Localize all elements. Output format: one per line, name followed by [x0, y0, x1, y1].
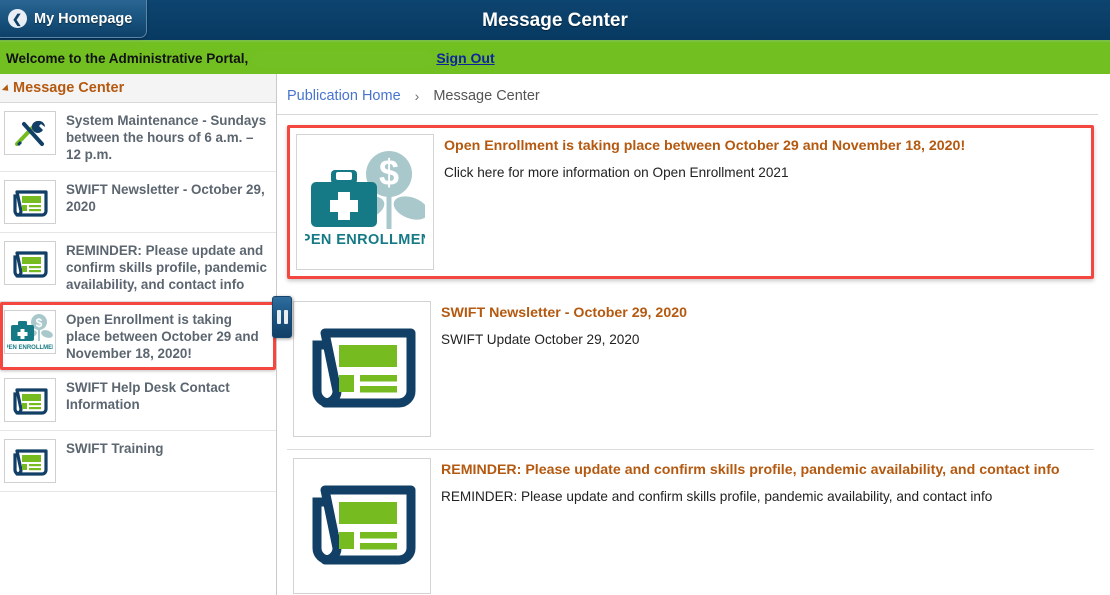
sidebar-item-label: Open Enrollment is taking place between …: [66, 312, 259, 361]
newspaper-icon: [4, 378, 56, 422]
welcome-message: Welcome to the Administrative Portal,: [6, 50, 249, 66]
svg-text:$: $: [36, 316, 43, 330]
message-body: REMINDER: Please update and confirm skil…: [431, 458, 1094, 504]
newspaper-icon: [293, 301, 431, 437]
caret-down-icon: [1, 84, 12, 94]
newspaper-icon: [4, 241, 56, 285]
sidebar-item-help-desk[interactable]: SWIFT Help Desk Contact Information: [0, 370, 276, 431]
my-homepage-label: My Homepage: [34, 10, 133, 27]
message-body: SWIFT Newsletter - October 29, 2020 SWIF…: [431, 301, 1094, 347]
message-list: $ OPEN ENROLLMENT Open Enrollment is tak…: [277, 115, 1102, 595]
svg-text:$: $: [379, 152, 399, 193]
welcome-bar: Welcome to the Administrative Portal, Si…: [0, 42, 1110, 74]
message-title[interactable]: SWIFT Newsletter - October 29, 2020: [441, 305, 1094, 321]
redacted-user-name: [252, 49, 433, 67]
message-title[interactable]: Open Enrollment is taking place between …: [444, 138, 1091, 154]
open-enrollment-icon: $ OPEN ENROLLMENT: [4, 310, 56, 354]
main-body: Message Center System Maintenance - Sund…: [0, 74, 1110, 595]
sidebar-item-swift-training[interactable]: SWIFT Training: [0, 431, 276, 492]
chevron-right-icon: ›: [414, 88, 420, 104]
sidebar-item-system-maintenance[interactable]: System Maintenance - Sundays between the…: [0, 103, 276, 172]
pause-bars-icon[interactable]: [272, 296, 292, 338]
message-description: Click here for more information on Open …: [444, 165, 789, 180]
message-description: SWIFT Update October 29, 2020: [441, 332, 640, 347]
message-description: REMINDER: Please update and confirm skil…: [441, 489, 993, 504]
sidebar-item-label: SWIFT Newsletter - October 29, 2020: [66, 182, 265, 214]
sidebar-item-reminder[interactable]: REMINDER: Please update and confirm skil…: [0, 233, 276, 302]
main-content: Publication Home › Message Center $ PEN …: [277, 74, 1110, 595]
sidebar-header[interactable]: Message Center: [0, 74, 276, 103]
message-card-reminder[interactable]: REMINDER: Please update and confirm skil…: [287, 450, 1094, 595]
sign-out-link[interactable]: Sign Out: [436, 50, 494, 66]
handle-bar-left: [276, 310, 281, 324]
sidebar-item-label: SWIFT Help Desk Contact Information: [66, 380, 230, 412]
handle-bar-right: [283, 310, 288, 324]
top-navigation-bar: Message Center ❮ My Homepage: [0, 0, 1110, 42]
sidebar-header-label: Message Center: [13, 80, 125, 96]
sidebar-item-swift-newsletter[interactable]: SWIFT Newsletter - October 29, 2020: [0, 172, 276, 233]
newspaper-icon: [4, 439, 56, 483]
sidebar-item-label: System Maintenance - Sundays between the…: [66, 113, 267, 162]
breadcrumb-publication-home[interactable]: Publication Home: [287, 88, 401, 104]
message-title[interactable]: REMINDER: Please update and confirm skil…: [441, 462, 1094, 478]
sidebar-item-open-enrollment[interactable]: $ OPEN ENROLLMENT Open Enrollment is tak…: [0, 302, 276, 370]
tools-icon: [4, 111, 56, 155]
svg-text:OPEN ENROLLMENT: OPEN ENROLLMENT: [305, 232, 425, 248]
sidebar-item-label: REMINDER: Please update and confirm skil…: [66, 243, 267, 292]
svg-text:OPEN ENROLLMENT: OPEN ENROLLMENT: [7, 345, 53, 351]
my-homepage-button[interactable]: ❮ My Homepage: [0, 0, 148, 38]
breadcrumb-current: Message Center: [433, 88, 540, 104]
page-title: Message Center: [482, 10, 628, 31]
message-body: Open Enrollment is taking place between …: [434, 134, 1091, 180]
message-card-swift-newsletter[interactable]: SWIFT Newsletter - October 29, 2020 SWIF…: [287, 293, 1094, 450]
newspaper-icon: [4, 180, 56, 224]
newspaper-icon: [293, 458, 431, 594]
breadcrumb: Publication Home › Message Center: [277, 74, 1098, 115]
open-enrollment-icon: $ OPEN ENROLLMENT: [296, 134, 434, 270]
message-card-open-enrollment[interactable]: $ OPEN ENROLLMENT Open Enrollment is tak…: [287, 125, 1094, 279]
sidebar-item-label: SWIFT Training: [66, 441, 164, 456]
sidebar-message-list: System Maintenance - Sundays between the…: [0, 103, 276, 492]
sidebar: Message Center System Maintenance - Sund…: [0, 74, 277, 595]
chevron-left-icon: ❮: [8, 9, 27, 28]
